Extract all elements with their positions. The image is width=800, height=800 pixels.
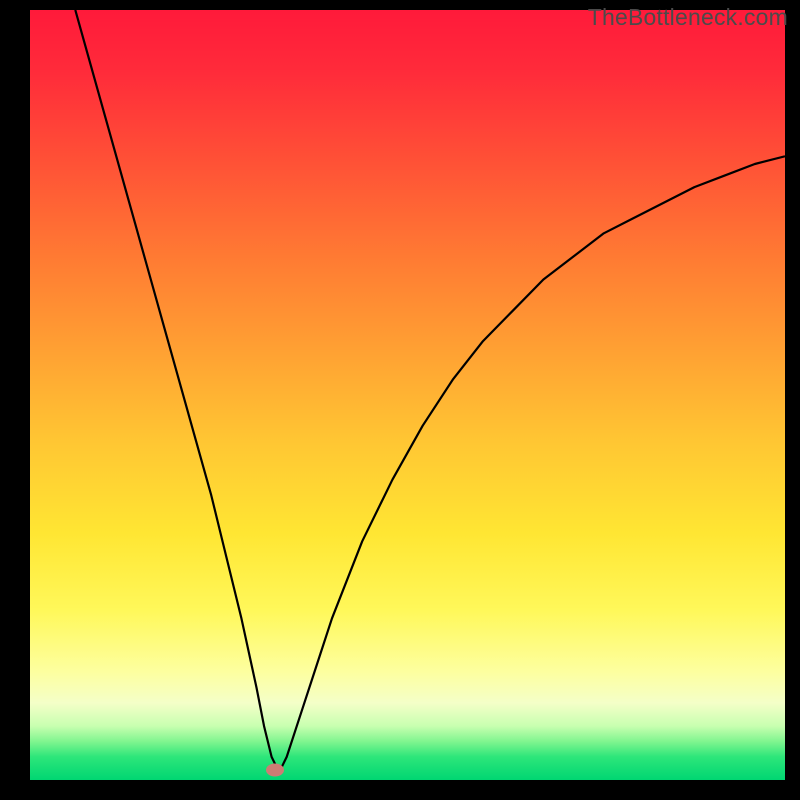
watermark-text: TheBottleneck.com <box>588 4 788 31</box>
chart-background-gradient <box>30 10 785 780</box>
optimal-point-marker <box>266 763 284 776</box>
chart-frame <box>30 10 785 780</box>
